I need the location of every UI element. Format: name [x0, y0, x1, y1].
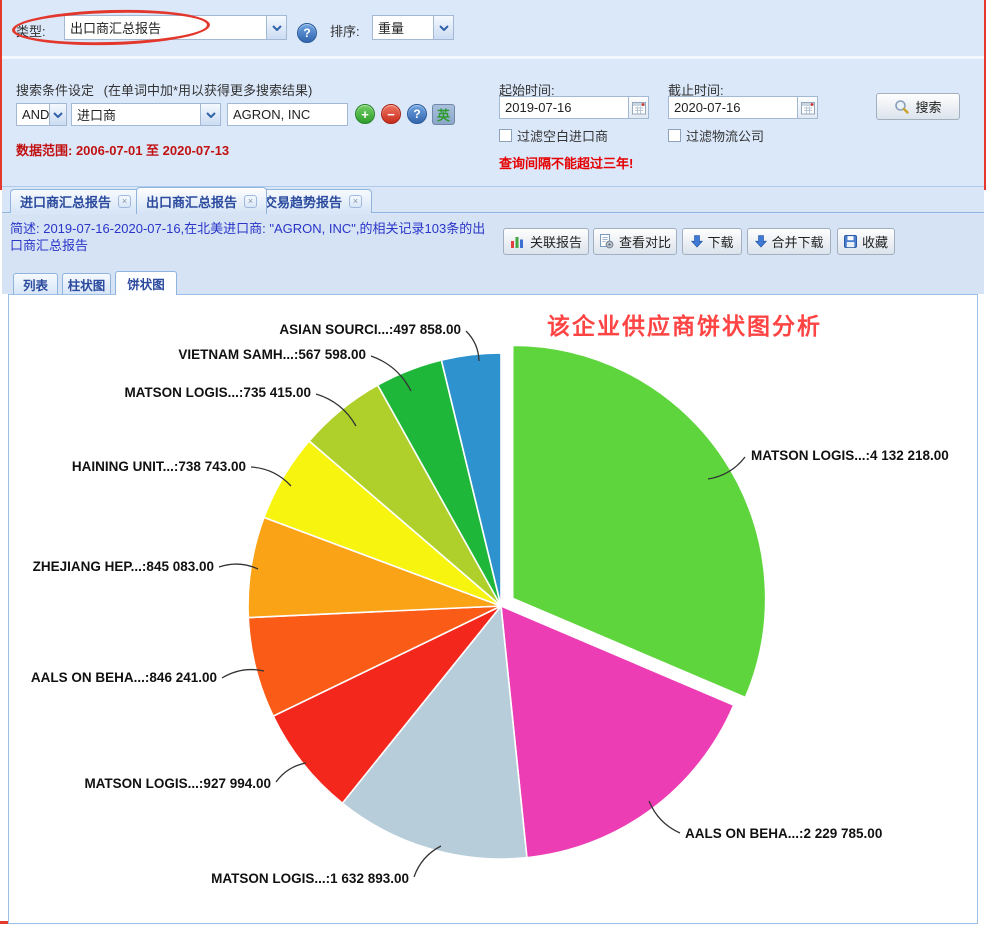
search-conditions-title: 搜索条件设定 (在单词中加*用以获得更多搜索结果) [16, 80, 312, 99]
search-conditions-label: 搜索条件设定 [16, 83, 94, 98]
range-warning-text: 查询间隔不能超过三年! [499, 153, 633, 172]
search-button[interactable]: 搜索 [876, 93, 960, 120]
add-condition-icon[interactable]: + [355, 104, 375, 124]
keyword-input[interactable] [227, 103, 348, 126]
download-label: 下载 [708, 232, 734, 251]
view-compare-button[interactable]: 查看对比 [593, 228, 677, 255]
pie-label-5: ZHEJIANG HEP...:845 083.00 [33, 559, 214, 574]
sort-value: 重量 [373, 16, 433, 39]
view-compare-label: 查看对比 [619, 232, 671, 251]
pie-label-9: ASIAN SOURCI...:497 858.00 [279, 322, 461, 337]
pie-label-2: MATSON LOGIS...:1 632 893.00 [211, 871, 409, 886]
chevron-down-icon[interactable] [49, 104, 66, 125]
bool-operator-select[interactable]: AND [16, 103, 67, 126]
report-type-select[interactable]: 出口商汇总报告 [64, 15, 287, 40]
type-label: 类型: [16, 21, 46, 40]
calendar-icon[interactable] [797, 97, 817, 118]
red-annotation-edge-left [0, 0, 2, 190]
related-report-button[interactable]: 关联报告 [503, 228, 589, 255]
search-field-value: 进口商 [72, 104, 200, 125]
search-icon [894, 99, 910, 115]
download-button[interactable]: 下载 [682, 228, 742, 255]
app-window: 类型: 出口商汇总报告 ? 排序: 重量 搜索条件设定 (在单词中加*用以获得更… [0, 0, 986, 926]
pie-label-4: AALS ON BEHA...:846 241.00 [31, 670, 217, 685]
search-conditions-hint: (在单词中加*用以获得更多搜索结果) [104, 83, 313, 98]
pie-label-3: MATSON LOGIS...:927 994.00 [84, 776, 271, 791]
bar-chart-icon [510, 235, 525, 249]
merge-download-button[interactable]: 合并下载 [747, 228, 831, 255]
chevron-down-icon[interactable] [266, 16, 286, 39]
download-arrow-icon [691, 235, 703, 248]
close-icon[interactable]: × [244, 195, 257, 208]
report-type-value: 出口商汇总报告 [65, 16, 266, 39]
remove-condition-icon[interactable]: − [381, 104, 401, 124]
close-icon[interactable]: × [118, 195, 131, 208]
supplier-pie-chart: MATSON LOGIS...:4 132 218.00 AALS ON BEHA… [9, 295, 977, 923]
language-toggle-button[interactable]: 英 [432, 104, 455, 125]
save-disk-icon [844, 235, 857, 248]
pie-label-8: VIETNAM SAMH...:567 598.00 [178, 347, 366, 362]
sort-label: 排序: [330, 21, 360, 40]
pie-label-line [276, 763, 306, 782]
section-divider [2, 56, 984, 59]
download-arrow-icon [755, 235, 767, 248]
pie-label-6: HAINING UNIT...:738 743.00 [72, 459, 246, 474]
close-icon[interactable]: × [349, 195, 362, 208]
tab-importer-summary-report[interactable]: 进口商汇总报告 × [10, 189, 141, 213]
tab-exporter-summary-report[interactable]: 出口商汇总报告 × [136, 187, 267, 214]
pie-chart-panel: MATSON LOGIS...:4 132 218.00 AALS ON BEHA… [8, 294, 978, 924]
tab-label: 出口商汇总报告 [146, 192, 237, 211]
search-button-label: 搜索 [915, 97, 941, 116]
filter-logistics-label: 过滤物流公司 [686, 126, 764, 145]
filter-logistics-checkbox[interactable]: 过滤物流公司 [668, 126, 764, 145]
subtab-label: 列表 [23, 275, 48, 294]
bool-operator-value: AND [17, 104, 49, 125]
subtab-bar-chart[interactable]: 柱状图 [62, 273, 111, 294]
pie-label-1: AALS ON BEHA...:2 229 785.00 [685, 826, 882, 841]
subtab-pie-chart[interactable]: 饼状图 [115, 271, 177, 295]
pie-label-0: MATSON LOGIS...:4 132 218.00 [751, 448, 949, 463]
pie-label-7: MATSON LOGIS...:735 415.00 [124, 385, 311, 400]
tab-label: 进口商汇总报告 [20, 192, 111, 211]
start-date-field[interactable]: 2019-07-16 [499, 96, 649, 119]
report-summary-text: 简述: 2019-07-16-2020-07-16,在北美进口商: "AGRON… [10, 220, 490, 254]
merge-download-label: 合并下载 [772, 232, 824, 251]
related-report-label: 关联报告 [530, 232, 582, 251]
favorite-label: 收藏 [862, 232, 888, 251]
sort-select[interactable]: 重量 [372, 15, 454, 40]
tab-trade-trend-report[interactable]: 交易趋势报告 × [254, 189, 372, 213]
data-range-text: 数据范围: 2006-07-01 至 2020-07-13 [16, 140, 229, 159]
tab-label: 交易趋势报告 [264, 192, 342, 211]
end-date-value[interactable]: 2020-07-16 [669, 97, 797, 118]
chart-title: 该企业供应商饼状图分析 [547, 307, 822, 341]
subtab-label: 柱状图 [68, 275, 106, 294]
filter-blank-importer-label: 过滤空白进口商 [517, 126, 608, 145]
chevron-down-icon[interactable] [200, 104, 220, 125]
chevron-down-icon[interactable] [433, 16, 453, 39]
subtab-list[interactable]: 列表 [13, 273, 58, 294]
help-icon[interactable]: ? [297, 23, 317, 43]
start-date-value[interactable]: 2019-07-16 [500, 97, 628, 118]
filter-blank-importer-checkbox[interactable]: 过滤空白进口商 [499, 126, 608, 145]
help-icon[interactable]: ? [407, 104, 427, 124]
checkbox-icon[interactable] [499, 129, 512, 142]
calendar-icon[interactable] [628, 97, 648, 118]
favorite-button[interactable]: 收藏 [837, 228, 895, 255]
search-field-select[interactable]: 进口商 [71, 103, 221, 126]
checkbox-icon[interactable] [668, 129, 681, 142]
end-date-field[interactable]: 2020-07-16 [668, 96, 818, 119]
subtab-label: 饼状图 [127, 274, 165, 293]
document-gear-icon [599, 234, 614, 249]
